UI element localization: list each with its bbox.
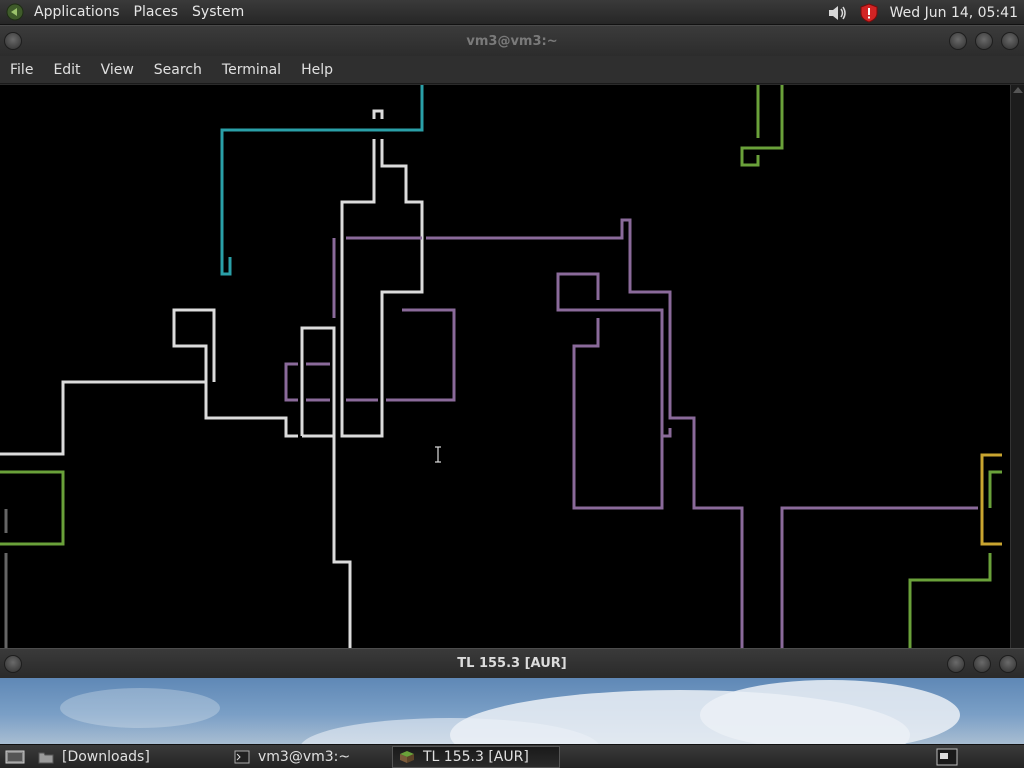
folder-icon <box>38 752 54 763</box>
pipe-purple <box>556 272 664 510</box>
close-button[interactable] <box>999 655 1017 673</box>
pipe-white <box>0 380 206 456</box>
minecraft-window-titlebar[interactable]: TL 155.3 [AUR] <box>0 648 1024 678</box>
minecraft-block-icon <box>400 750 414 763</box>
minimize-button[interactable] <box>947 655 965 673</box>
terminal-scrollbar[interactable] <box>1010 85 1024 648</box>
menu-search[interactable]: Search <box>144 56 212 84</box>
pipe-green <box>740 85 784 167</box>
text-cursor-icon <box>435 446 441 463</box>
shield-alert-icon[interactable] <box>858 2 880 24</box>
pipe-white <box>340 139 424 438</box>
pipe-purple <box>780 506 978 648</box>
minimize-button[interactable] <box>949 32 967 50</box>
pipes-screensaver <box>0 85 1002 648</box>
menu-edit[interactable]: Edit <box>43 56 90 84</box>
pipe-green <box>908 553 992 648</box>
system-menu-label: System <box>192 3 245 20</box>
maximize-button[interactable] <box>973 655 991 673</box>
gnome-foot-icon[interactable] <box>5 2 25 22</box>
pipe-white <box>372 109 384 119</box>
menu-view[interactable]: View <box>91 56 144 84</box>
terminal-window: vm3@vm3:~ File Edit View Search Terminal… <box>0 25 1024 648</box>
show-desktop-icon[interactable] <box>4 748 26 766</box>
places-menu-label: Places <box>133 3 179 20</box>
taskbar-item-minecraft[interactable]: TL 155.3 [AUR] <box>392 745 560 768</box>
pipe-yellow <box>980 453 1002 546</box>
taskbar-item-terminal[interactable]: vm3@vm3:~ <box>228 746 392 768</box>
pipe-green <box>988 470 1002 508</box>
pipe-purple <box>284 362 298 402</box>
volume-icon[interactable] <box>826 3 850 23</box>
taskbar-item-downloads[interactable]: [Downloads] <box>32 746 228 768</box>
menu-terminal[interactable]: Terminal <box>212 56 291 84</box>
cloud <box>60 688 220 728</box>
close-button[interactable] <box>1001 32 1019 50</box>
terminal-icon <box>234 750 250 763</box>
pipe-purple <box>426 218 744 648</box>
applications-menu[interactable]: Applications <box>27 0 127 25</box>
pipe-cyan <box>220 85 424 276</box>
cloud <box>700 680 960 744</box>
minecraft-window-title: TL 155.3 [AUR] <box>457 656 567 671</box>
scroll-up-arrow-icon[interactable] <box>1013 87 1023 93</box>
minecraft-game-view[interactable] <box>0 678 1024 744</box>
bottom-taskbar: [Downloads] vm3@vm3:~ TL 155.3 [AUR] <box>0 744 1024 768</box>
taskbar-item-label: [Downloads] <box>62 748 150 765</box>
terminal-menubar: File Edit View Search Terminal Help <box>0 56 1024 84</box>
applications-menu-label: Applications <box>34 3 120 20</box>
system-menu[interactable]: System <box>185 0 251 25</box>
workspace-switcher-icon[interactable] <box>936 748 958 766</box>
pipe-white <box>172 308 298 438</box>
terminal-window-title: vm3@vm3:~ <box>466 34 558 49</box>
pipe-purple <box>386 308 456 402</box>
top-panel: Applications Places System Wed Jun 14, 0… <box>0 0 1024 25</box>
taskbar-item-label: vm3@vm3:~ <box>258 748 351 765</box>
taskbar-item-label: TL 155.3 [AUR] <box>423 748 529 765</box>
menu-file[interactable]: File <box>0 56 43 84</box>
panel-tray: Wed Jun 14, 05:41 <box>826 0 1024 25</box>
places-menu[interactable]: Places <box>127 0 186 25</box>
maximize-button[interactable] <box>975 32 993 50</box>
menu-help[interactable]: Help <box>291 56 343 84</box>
terminal-content[interactable] <box>0 85 1010 648</box>
terminal-titlebar[interactable]: vm3@vm3:~ <box>0 25 1024 56</box>
pipe-green <box>0 470 65 546</box>
panel-clock[interactable]: Wed Jun 14, 05:41 <box>880 5 1024 21</box>
